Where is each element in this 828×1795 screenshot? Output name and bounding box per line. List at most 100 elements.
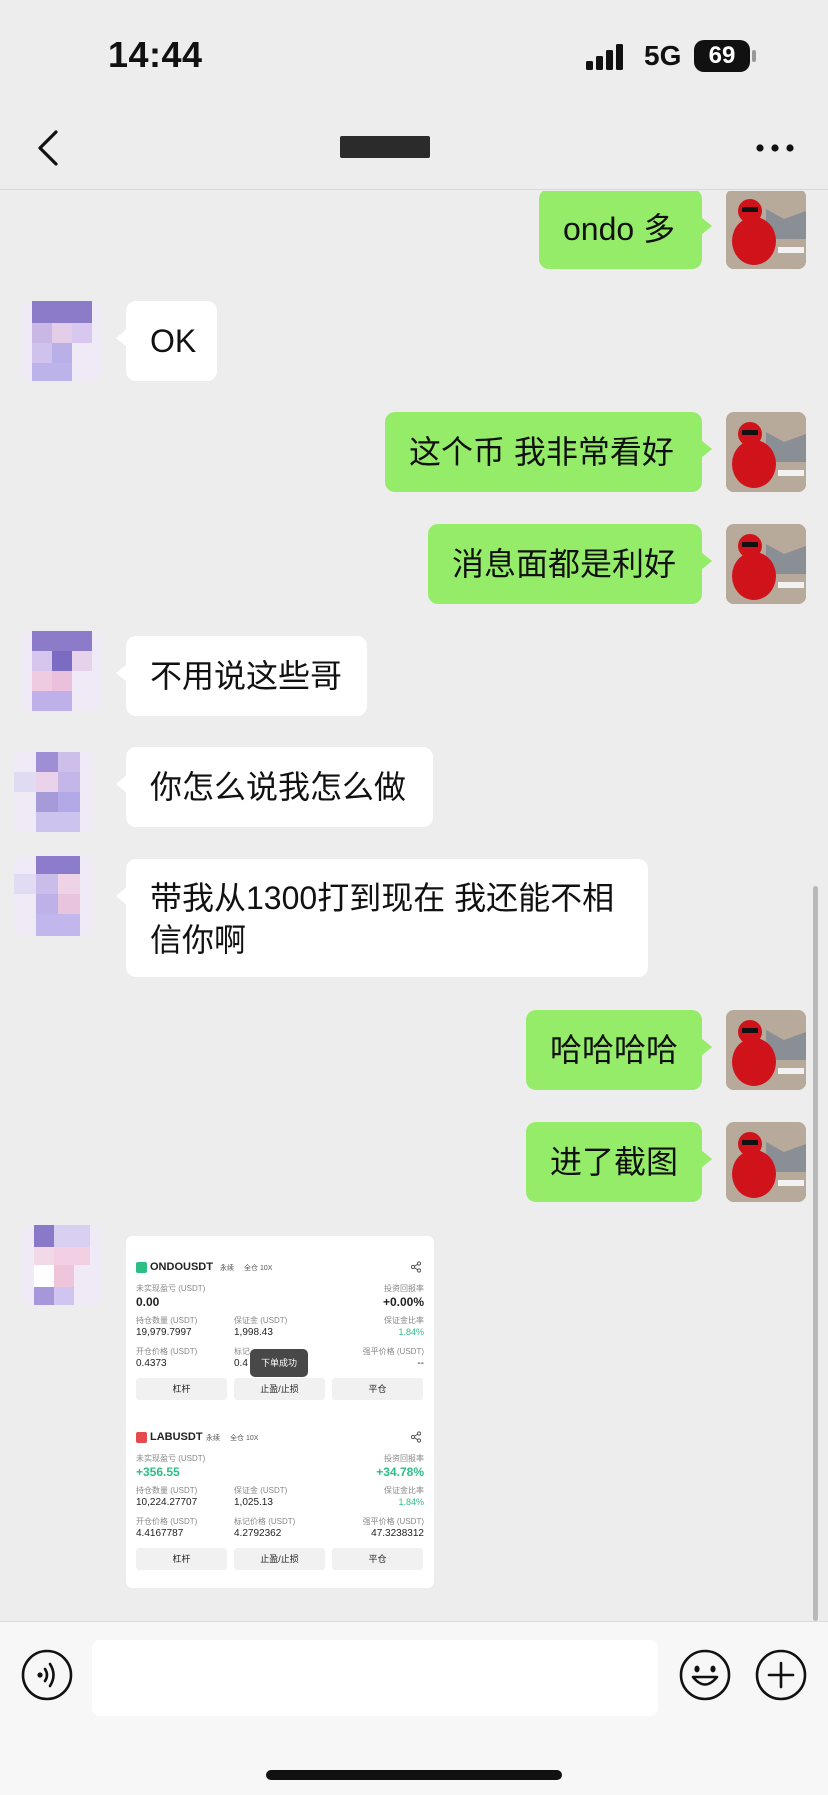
contact-avatar-blurred[interactable]: [14, 856, 94, 936]
image-message-trading-screenshot[interactable]: ONDOUSDT 永续 全仓 10X 未实现盈亏 (USDT) 投资回报率 0.…: [126, 1236, 434, 1588]
message-text: 哈哈哈哈: [550, 1032, 679, 1068]
mark-price-label: 标记价格 (USDT): [234, 1517, 296, 1526]
plus-icon[interactable]: [754, 1648, 808, 1702]
entry-price-label: 开仓价格 (USDT): [136, 1347, 198, 1356]
roi-value: +0.00%: [382, 1295, 424, 1309]
margin-ratio-value: 1.84%: [398, 1327, 424, 1337]
scrollbar[interactable]: [813, 886, 818, 1621]
tp-sl-button[interactable]: 止盈/止损: [234, 1378, 325, 1400]
message-text: 这个币 我非常看好: [409, 434, 674, 470]
my-avatar[interactable]: [726, 1122, 806, 1202]
coin-badge-icon: [136, 1432, 147, 1443]
chat-input-bar: [0, 1621, 828, 1795]
position-header: LABUSDT 永续 全仓 10X: [136, 1430, 424, 1446]
coin-badge-icon: [136, 1262, 147, 1273]
message-input[interactable]: [92, 1640, 658, 1716]
roi-value: +34.78%: [376, 1465, 424, 1479]
leverage-button[interactable]: 杠杆: [136, 1548, 227, 1570]
battery-cap: [752, 50, 756, 62]
red-bull-figure-icon: [726, 191, 806, 269]
message-text: OK: [150, 323, 197, 359]
share-icon[interactable]: [410, 1431, 422, 1443]
message-text: 进了截图: [550, 1144, 679, 1180]
message-bubble-received[interactable]: 你怎么说我怎么做: [116, 747, 433, 827]
message-bubble-sent[interactable]: 哈哈哈哈: [526, 1010, 712, 1090]
my-avatar[interactable]: [726, 524, 806, 604]
unrealized-pnl-value: 0.00: [136, 1295, 160, 1309]
status-bar: 14:44 5G 69: [0, 0, 828, 110]
network-type: 5G: [644, 40, 682, 71]
leverage-button[interactable]: 杠杆: [136, 1378, 227, 1400]
close-position-button[interactable]: 平仓: [332, 1378, 423, 1400]
contact-avatar-blurred[interactable]: [22, 1225, 102, 1305]
message-bubble-received[interactable]: 不用说这些哥: [116, 636, 367, 716]
position-size-value: 19,979.7997: [136, 1327, 192, 1338]
red-bull-figure-icon: [726, 1122, 806, 1202]
position-size-label: 持仓数量 (USDT): [136, 1316, 198, 1325]
chat-title: █████: [340, 136, 430, 158]
pixelated-avatar-icon: [22, 301, 102, 381]
message-list[interactable]: ondo 多 OK 这个币 我非常看好 消息面都是利好 不用说这些哥 你怎么说我…: [0, 191, 828, 1621]
position-symbol: LABUSDT: [150, 1431, 203, 1443]
status-time: 14:44: [108, 34, 203, 75]
contact-avatar-blurred[interactable]: [22, 631, 102, 711]
margin-label: 保证金 (USDT): [234, 1316, 288, 1325]
margin-ratio-label: 保证金比率: [384, 1486, 424, 1495]
message-bubble-sent[interactable]: 进了截图: [526, 1122, 712, 1202]
contract-type: 永续: [206, 1435, 220, 1442]
margin-mode: 全仓 10X: [230, 1435, 259, 1442]
contract-type: 永续: [220, 1265, 234, 1272]
position-size-value: 10,224.27707: [136, 1497, 198, 1508]
position-symbol: ONDOUSDT: [150, 1261, 213, 1273]
entry-price-label: 开仓价格 (USDT): [136, 1517, 198, 1526]
margin-label: 保证金 (USDT): [234, 1486, 288, 1495]
mark-price-value: 0.4: [234, 1358, 248, 1369]
unrealized-pnl-value: +356.55: [136, 1465, 180, 1479]
message-bubble-received[interactable]: OK: [116, 301, 217, 381]
contact-avatar-blurred[interactable]: [14, 752, 94, 832]
message-text: ondo 多: [563, 211, 676, 247]
message-bubble-received[interactable]: 带我从1300打到现在 我还能不相信你啊: [116, 859, 648, 977]
pixelated-avatar-icon: [14, 752, 94, 832]
message-bubble-sent[interactable]: 消息面都是利好: [428, 524, 712, 604]
message-bubble-sent[interactable]: ondo 多: [539, 191, 712, 269]
my-avatar[interactable]: [726, 1010, 806, 1090]
roi-label: 投资回报率: [384, 1284, 424, 1293]
liquidation-price-label: 强平价格 (USDT): [362, 1517, 424, 1526]
my-avatar[interactable]: [726, 412, 806, 492]
liquidation-price-value: --: [417, 1358, 424, 1369]
emoji-icon[interactable]: [678, 1648, 732, 1702]
margin-ratio-value: 1.84%: [398, 1497, 424, 1507]
red-bull-figure-icon: [726, 1010, 806, 1090]
close-position-button[interactable]: 平仓: [332, 1548, 423, 1570]
tp-sl-button[interactable]: 止盈/止损: [234, 1548, 325, 1570]
pixelated-avatar-icon: [14, 856, 94, 936]
share-icon[interactable]: [410, 1261, 422, 1273]
liquidation-price-value: 47.3238312: [371, 1528, 424, 1539]
back-chevron-icon[interactable]: [28, 126, 72, 170]
home-indicator[interactable]: [266, 1770, 562, 1780]
message-bubble-sent[interactable]: 这个币 我非常看好: [385, 412, 712, 492]
position-header: ONDOUSDT 永续 全仓 10X: [136, 1260, 424, 1276]
my-avatar[interactable]: [726, 191, 806, 269]
signal-icon: [586, 44, 623, 70]
mark-price-label: 标记: [234, 1347, 250, 1356]
voice-icon[interactable]: [20, 1648, 74, 1702]
liquidation-price-label: 强平价格 (USDT): [362, 1347, 424, 1356]
unrealized-pnl-label: 未实现盈亏 (USDT): [136, 1454, 206, 1463]
message-text: 带我从1300打到现在 我还能不相信你啊: [150, 880, 615, 958]
margin-value: 1,025.13: [234, 1497, 273, 1508]
order-success-toast: 下单成功: [250, 1349, 308, 1377]
margin-value: 1,998.43: [234, 1327, 273, 1338]
contact-avatar-blurred[interactable]: [22, 301, 102, 381]
message-text: 你怎么说我怎么做: [150, 769, 407, 805]
battery-level: 69: [694, 40, 750, 72]
position-size-label: 持仓数量 (USDT): [136, 1486, 198, 1495]
margin-ratio-label: 保证金比率: [384, 1316, 424, 1325]
position-card: LABUSDT 永续 全仓 10X 未实现盈亏 (USDT) 投资回报率 +35…: [136, 1430, 424, 1580]
mark-price-value: 4.2792362: [234, 1528, 282, 1539]
roi-label: 投资回报率: [384, 1454, 424, 1463]
more-dots-icon[interactable]: [750, 128, 800, 168]
message-text: 消息面都是利好: [452, 546, 677, 582]
pixelated-avatar-icon: [22, 631, 102, 711]
